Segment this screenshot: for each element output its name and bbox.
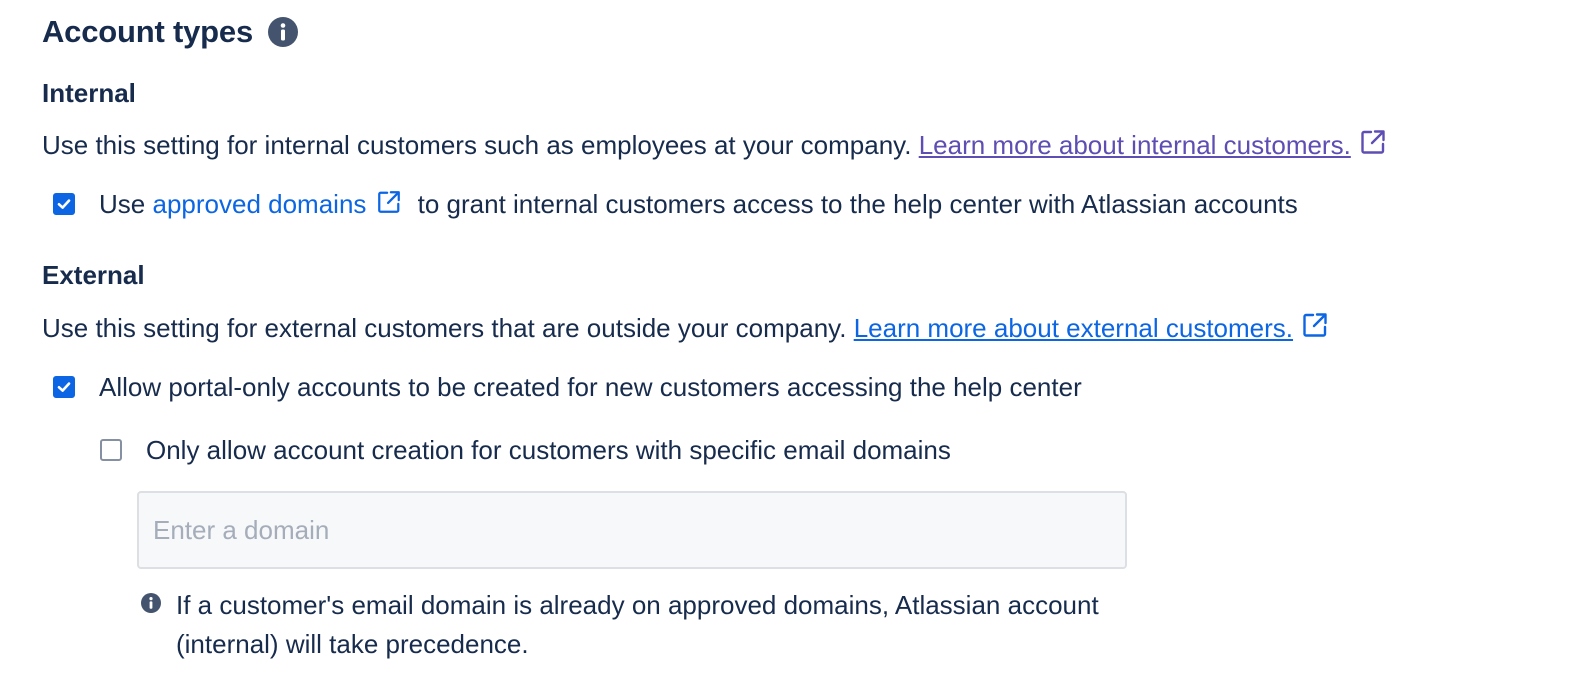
portal-only-option: Allow portal-only accounts to be created…: [53, 369, 1082, 405]
info-icon[interactable]: [267, 16, 299, 48]
external-link-icon[interactable]: [1301, 311, 1329, 339]
specific-domains-option: Only allow account creation for customer…: [100, 432, 951, 468]
external-link-icon[interactable]: [376, 189, 402, 215]
domain-input[interactable]: [137, 491, 1127, 569]
account-types-settings: Account types Internal Use this setting …: [0, 0, 1582, 678]
learn-more-internal-link[interactable]: Learn more about internal customers.: [919, 130, 1351, 160]
portal-only-checkbox[interactable]: [53, 376, 75, 398]
specific-domains-checkbox[interactable]: [100, 439, 122, 461]
info-icon: [141, 593, 161, 613]
checkmark-icon: [57, 382, 71, 392]
internal-description: Use this setting for internal customers …: [42, 128, 1387, 161]
section-title-text: Account types: [42, 14, 253, 49]
section-title: Account types: [42, 10, 299, 54]
precedence-note-text: If a customer's email domain is already …: [176, 590, 1099, 659]
precedence-note: If a customer's email domain is already …: [140, 586, 1116, 664]
specific-domains-label: Only allow account creation for customer…: [146, 434, 951, 465]
approved-domains-option: Use approved domains to grant internal c…: [53, 186, 1298, 222]
internal-heading: Internal: [42, 78, 136, 108]
external-link-icon[interactable]: [1359, 128, 1387, 156]
external-heading: External: [42, 260, 145, 290]
approved-domains-link[interactable]: approved domains: [152, 189, 366, 219]
learn-more-external-link[interactable]: Learn more about external customers.: [854, 313, 1293, 343]
approved-domains-prefix: Use: [99, 188, 146, 219]
external-description-text: Use this setting for external customers …: [42, 313, 847, 343]
checkmark-icon: [57, 199, 71, 209]
approved-domains-checkbox[interactable]: [53, 193, 75, 215]
portal-only-label: Allow portal-only accounts to be created…: [99, 371, 1082, 402]
approved-domains-label: Use approved domains to grant internal c…: [99, 189, 1298, 220]
approved-domains-suffix: to grant internal customers access to th…: [417, 188, 1298, 219]
internal-description-text: Use this setting for internal customers …: [42, 130, 912, 160]
external-description: Use this setting for external customers …: [42, 311, 1329, 344]
